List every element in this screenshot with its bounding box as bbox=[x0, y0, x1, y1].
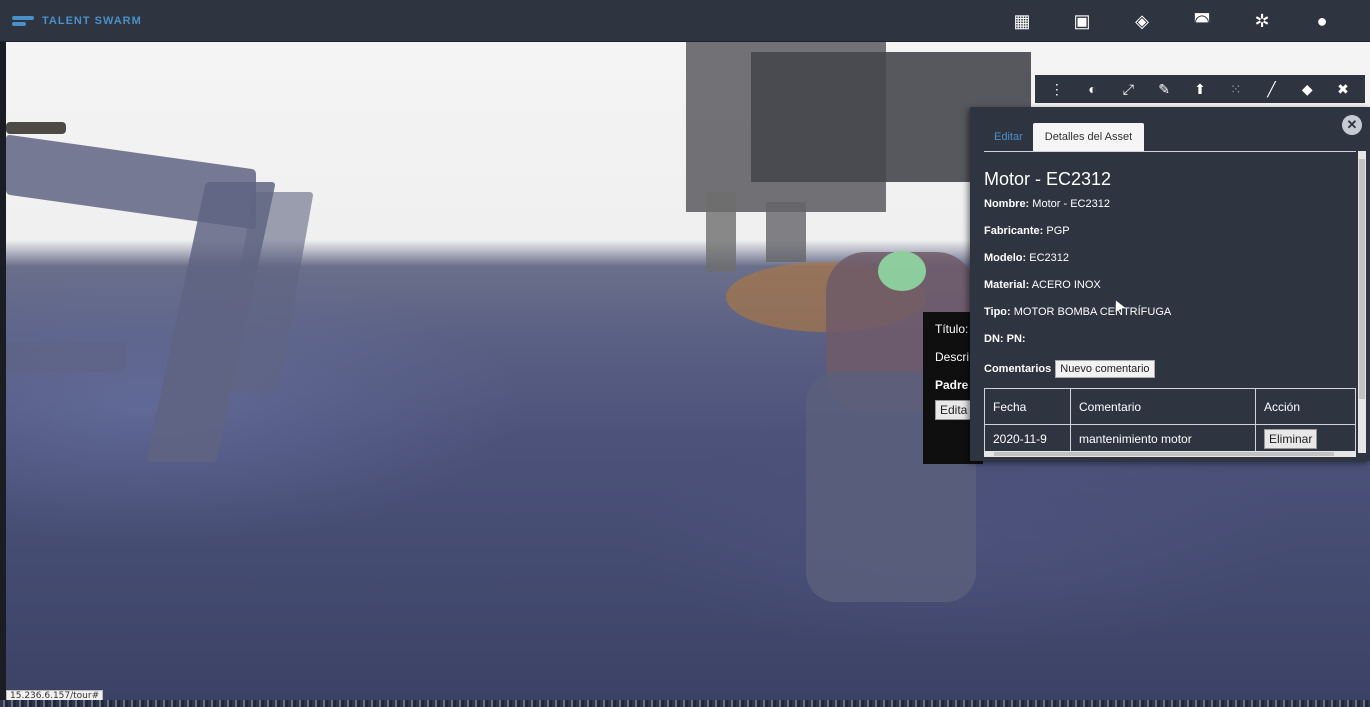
brand-name: TALENT SWARM bbox=[42, 14, 142, 27]
more-icon[interactable]: ⋮ bbox=[1043, 81, 1071, 98]
cell-accion: Eliminar bbox=[1255, 424, 1356, 453]
table-row: 2020-11-9 mantenimiento motor Eliminar bbox=[984, 424, 1356, 453]
tag-icon[interactable]: ◆ bbox=[1293, 81, 1321, 98]
field-value: EC2312 bbox=[1029, 252, 1069, 264]
field-tipo: Tipo: MOTOR BOMBA CENTRÍFUGA bbox=[984, 306, 1358, 318]
field-material: Material: ACERO INOX bbox=[984, 279, 1358, 291]
panel-tabs: Editar Detalles del Asset bbox=[984, 123, 1145, 151]
brand[interactable]: TALENT SWARM bbox=[12, 14, 142, 28]
field-label: Fabricante: bbox=[984, 225, 1044, 237]
scene-object bbox=[6, 342, 126, 372]
field-nombre: Nombre: Motor - EC2312 bbox=[984, 198, 1358, 210]
field-value: MOTOR BOMBA CENTRÍFUGA bbox=[1013, 306, 1172, 318]
pointcloud-icon[interactable]: ⁙ bbox=[1222, 81, 1250, 98]
panel-close-icon[interactable]: ✕ bbox=[1342, 115, 1362, 135]
close-icon[interactable]: ✖ bbox=[1329, 81, 1357, 98]
viewer-toolbar: ⋮ ◐ ⤢ ✎ ⬆ ⁙ ╱ ◆ ✖ bbox=[1035, 75, 1365, 103]
bottom-edge bbox=[0, 700, 1370, 707]
comments-label: Comentarios bbox=[984, 363, 1052, 375]
field-label: Material: bbox=[984, 279, 1030, 291]
line-icon[interactable]: ╱ bbox=[1257, 81, 1285, 98]
scene-object bbox=[766, 202, 806, 262]
field-modelo: Modelo: EC2312 bbox=[984, 252, 1358, 264]
scrollbar-thumb[interactable] bbox=[1359, 159, 1365, 399]
user-icon[interactable]: ● bbox=[1292, 0, 1352, 42]
settings-icon[interactable]: ✲ bbox=[1232, 0, 1292, 42]
field-label: DN: PN: bbox=[984, 333, 1026, 345]
panorama-icon[interactable]: ◚ bbox=[1172, 0, 1232, 42]
field-value: PGP bbox=[1046, 225, 1070, 237]
comments-row: Comentarios Nuevo comentario bbox=[984, 360, 1358, 378]
column-header-accion: Acción bbox=[1255, 388, 1356, 425]
field-fabricante: Fabricante: PGP bbox=[984, 225, 1358, 237]
tab-detalles-del-asset[interactable]: Detalles del Asset bbox=[1032, 123, 1145, 151]
panel-vertical-scrollbar[interactable] bbox=[1358, 151, 1366, 453]
table-header-row: Fecha Comentario Acción bbox=[984, 388, 1356, 425]
top-navbar: TALENT SWARM ▦ ▣ ◈ ◚ ✲ ● bbox=[0, 0, 1370, 42]
column-header-fecha: Fecha bbox=[984, 388, 1071, 425]
brand-logo-icon bbox=[12, 14, 34, 28]
new-comment-button[interactable]: Nuevo comentario bbox=[1055, 360, 1155, 378]
column-header-comentario: Comentario bbox=[1070, 388, 1256, 425]
cell-comentario: mantenimiento motor bbox=[1070, 424, 1256, 453]
scrollbar-thumb[interactable] bbox=[994, 452, 1334, 456]
asset-title: Motor - EC2312 bbox=[984, 169, 1112, 189]
field-label: Nombre: bbox=[984, 198, 1030, 210]
field-label: Modelo: bbox=[984, 252, 1027, 264]
field-value: Motor - EC2312 bbox=[1032, 198, 1110, 210]
upload-icon[interactable]: ⬆ bbox=[1186, 81, 1214, 98]
measure-icon[interactable]: ✎ bbox=[1150, 81, 1178, 98]
scene-object bbox=[706, 192, 736, 272]
comments-table: Fecha Comentario Acción 2020-11-9 manten… bbox=[984, 388, 1356, 453]
cell-fecha: 2020-11-9 bbox=[984, 424, 1071, 453]
panel-body: Motor - EC2312 Nombre: Motor - EC2312 Fa… bbox=[984, 157, 1358, 453]
field-dn-pn: DN: PN: bbox=[984, 333, 1358, 345]
tabs-divider bbox=[984, 151, 1356, 152]
contrast-icon[interactable]: ◐ bbox=[1079, 81, 1107, 97]
image-icon[interactable]: ▣ bbox=[1052, 0, 1112, 42]
layers-icon[interactable]: ◈ bbox=[1112, 0, 1172, 42]
popup-edit-button[interactable]: Edita bbox=[935, 400, 973, 420]
scene-object bbox=[6, 122, 66, 134]
asset-marker[interactable] bbox=[878, 251, 926, 291]
fullscreen-icon[interactable]: ⤢ bbox=[1114, 81, 1142, 98]
field-label: Tipo: bbox=[984, 306, 1011, 318]
panel-horizontal-scrollbar[interactable] bbox=[984, 451, 1356, 457]
delete-comment-button[interactable]: Eliminar bbox=[1264, 428, 1318, 449]
app-window: TALENT SWARM ▦ ▣ ◈ ◚ ✲ ● ⋮ ◐ ⤢ ✎ ⬆ ⁙ ╱ ◆… bbox=[0, 0, 1370, 707]
top-icon-group: ▦ ▣ ◈ ◚ ✲ ● bbox=[992, 0, 1352, 42]
field-value: ACERO INOX bbox=[1031, 279, 1101, 291]
asset-details-panel: ✕ Editar Detalles del Asset Motor - EC23… bbox=[970, 107, 1370, 461]
tab-editar[interactable]: Editar bbox=[984, 123, 1033, 151]
grid-icon[interactable]: ▦ bbox=[992, 0, 1052, 42]
